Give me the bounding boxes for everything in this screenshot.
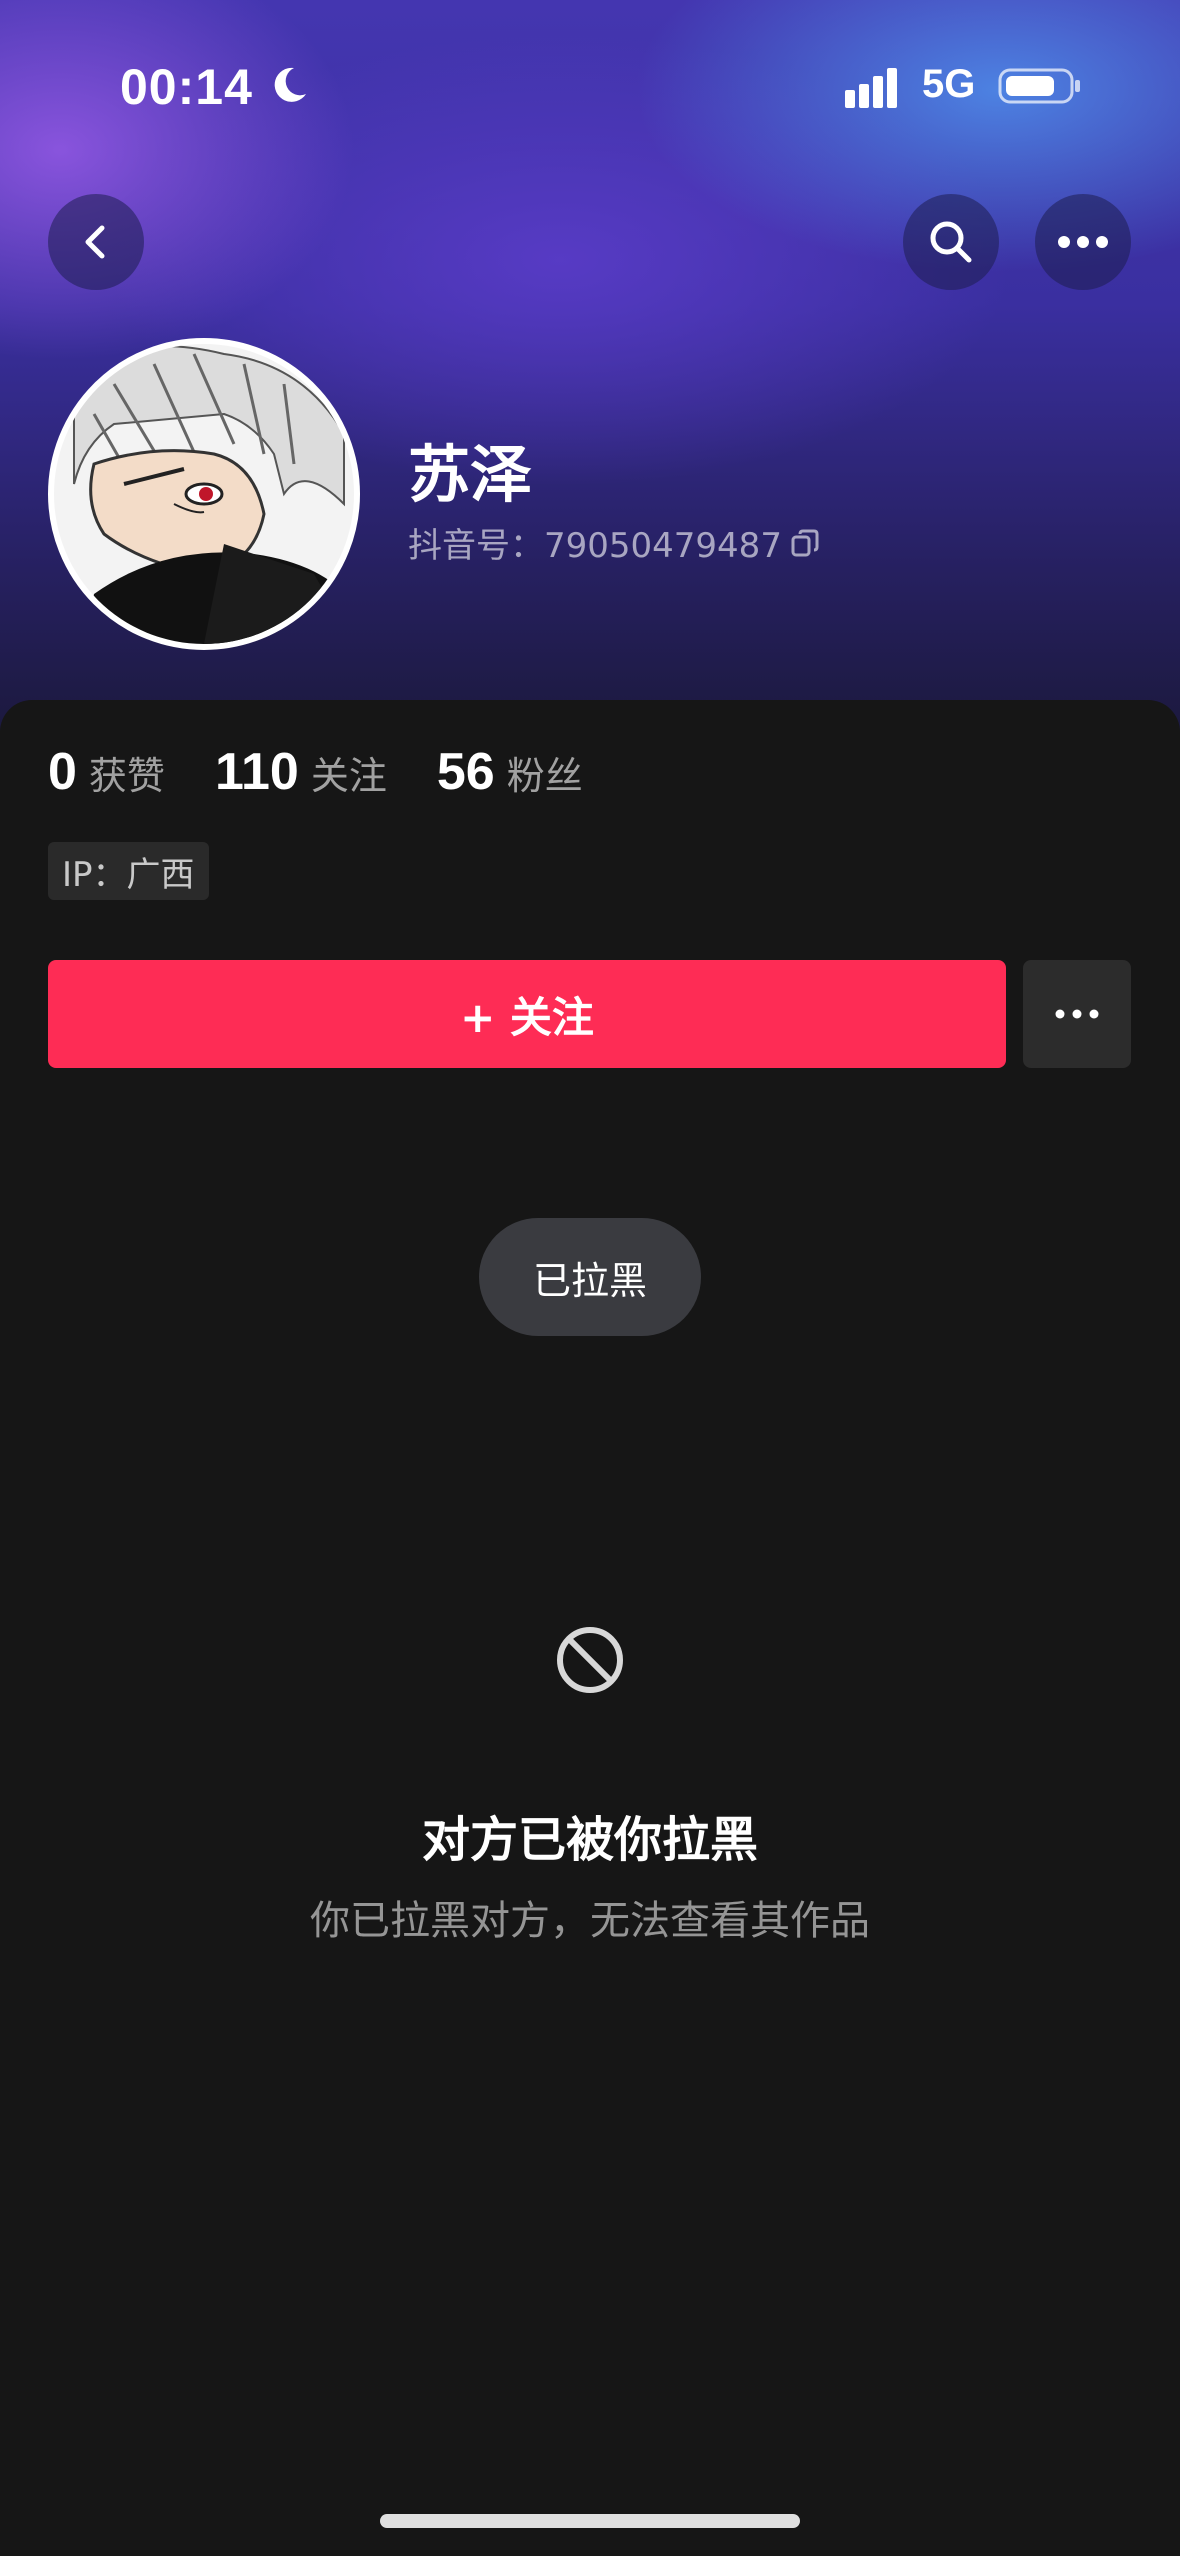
status-bar: 00:14 5G <box>0 0 1180 170</box>
empty-state-subtitle: 你已拉黑对方，无法查看其作品 <box>310 1898 870 1944</box>
empty-state-title: 对方已被你拉黑 <box>421 1812 758 1868</box>
following-count[interactable]: 110 <box>215 742 299 802</box>
search-button[interactable] <box>903 194 999 290</box>
following-label[interactable]: 关注 <box>311 745 387 800</box>
profile-more-button[interactable] <box>1023 960 1131 1068</box>
search-icon <box>930 221 972 263</box>
block-icon <box>557 1627 623 1693</box>
avatar-illustration <box>54 344 354 644</box>
followers-count[interactable]: 56 <box>437 742 495 802</box>
likes-count: 0 <box>48 743 77 801</box>
follow-button[interactable]: + 关注 <box>48 960 1006 1068</box>
likes-label: 获赞 <box>88 754 165 798</box>
profile-stats: 0 获赞 110 关注 56 粉丝 <box>48 742 633 802</box>
blocked-toast: 已拉黑 <box>479 1218 701 1336</box>
more-horizontal-icon <box>1055 1009 1099 1019</box>
followers-label[interactable]: 粉丝 <box>507 745 583 800</box>
douyin-id-text: 抖音号：79050479487 <box>408 526 782 566</box>
back-button[interactable] <box>48 194 144 290</box>
more-horizontal-icon <box>1058 236 1108 248</box>
header-more-button[interactable] <box>1035 194 1131 290</box>
douyin-id[interactable]: 抖音号：79050479487 <box>408 518 820 567</box>
ip-location-tag: IP：广西 <box>48 842 209 900</box>
copy-icon[interactable] <box>790 528 820 558</box>
empty-state-icon-wrap <box>520 1600 660 1720</box>
profile-name: 苏泽 <box>408 438 533 511</box>
moon-icon <box>274 67 306 102</box>
avatar[interactable] <box>48 338 360 650</box>
status-time: 00:14 <box>120 59 253 115</box>
home-indicator[interactable] <box>380 2514 800 2528</box>
chevron-left-icon <box>85 225 105 259</box>
battery-icon <box>998 68 1080 104</box>
signal-icon <box>845 68 897 108</box>
network-type: 5G <box>922 62 976 106</box>
